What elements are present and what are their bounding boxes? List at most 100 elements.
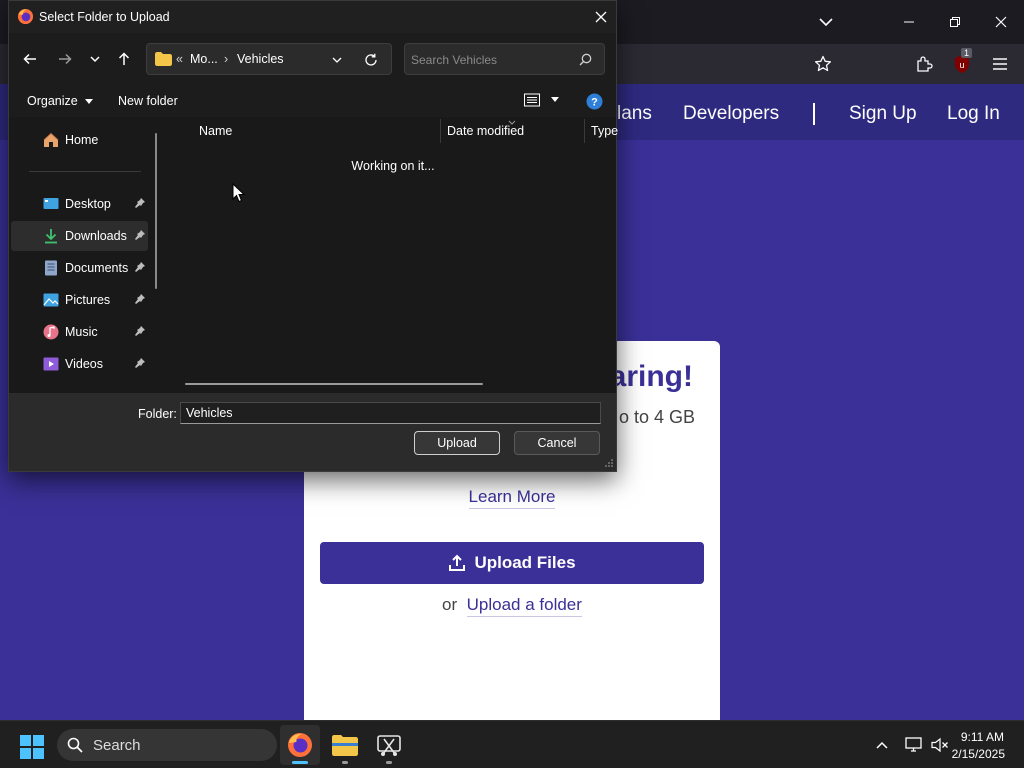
taskbar-app-snipping-tool[interactable]: [369, 725, 409, 765]
learn-more-link[interactable]: Learn More: [468, 487, 556, 509]
nav-item-pictures[interactable]: Pictures: [11, 285, 148, 315]
file-list-horizontal-scrollbar[interactable]: [185, 383, 483, 385]
column-header-name[interactable]: Name: [199, 124, 232, 138]
column-separator[interactable]: [584, 119, 585, 143]
cancel-button[interactable]: Cancel: [514, 431, 600, 455]
snipping-tool-icon: [377, 735, 401, 756]
volume-muted-icon: [931, 737, 948, 753]
running-app-indicator: [386, 761, 392, 764]
select-folder-dialog: Select Folder to Upload « Mo... › Vehicl…: [8, 0, 618, 472]
volume-button[interactable]: [928, 735, 952, 755]
column-separator[interactable]: [440, 119, 441, 143]
column-header-date-modified[interactable]: Date modified: [447, 124, 524, 138]
nav-item-desktop[interactable]: Desktop: [11, 189, 148, 219]
star-icon: [814, 55, 832, 72]
or-text: or: [442, 595, 458, 614]
videos-icon: [43, 357, 59, 371]
app-menu-button[interactable]: [987, 52, 1013, 76]
folder-label: Folder:: [138, 407, 177, 421]
back-button[interactable]: [18, 47, 42, 71]
upload-files-button[interactable]: Upload Files: [320, 542, 704, 584]
restore-icon: [950, 17, 960, 27]
dialog-command-bar: Organize New folder ?: [9, 85, 616, 117]
firefox-icon: [17, 8, 34, 25]
nav-item-music[interactable]: Music: [11, 317, 148, 347]
nav-item-downloads[interactable]: Downloads: [11, 221, 148, 251]
hamburger-menu-icon: [993, 58, 1007, 70]
chevron-up-icon: [876, 741, 888, 749]
up-folder-button[interactable]: [112, 47, 136, 71]
nav-link-plans[interactable]: lans: [617, 103, 652, 125]
taskbar-app-file-explorer[interactable]: [325, 725, 365, 765]
running-app-indicator: [342, 761, 348, 764]
card-subtext: o to 4 GB: [618, 407, 695, 427]
caret-down-icon: [85, 98, 94, 104]
list-all-tabs-button[interactable]: [812, 10, 840, 34]
upload-folder-row: or Upload a folder: [304, 595, 720, 617]
nav-item-home[interactable]: Home: [11, 125, 148, 155]
new-folder-button[interactable]: New folder: [118, 94, 178, 108]
chevron-down-icon: [332, 57, 342, 63]
nav-link-sign-up[interactable]: Sign Up: [849, 103, 917, 125]
breadcrumb-parent[interactable]: Mo...: [190, 52, 218, 66]
system-tray: 9:11 AM 2/15/2025: [854, 721, 1024, 768]
clock[interactable]: 9:11 AM 2/15/2025: [952, 721, 1024, 768]
close-icon: [595, 11, 607, 23]
breadcrumb-current[interactable]: Vehicles: [237, 52, 284, 66]
taskbar-app-firefox[interactable]: [280, 725, 320, 765]
firefox-icon: [288, 733, 312, 757]
dialog-navigation-bar: « Mo... › Vehicles: [9, 33, 616, 85]
file-list: Name Date modified Type Working on it...: [166, 117, 618, 393]
nav-item-label: Music: [65, 325, 98, 339]
network-status-button[interactable]: [902, 735, 926, 755]
nav-link-developers[interactable]: Developers: [683, 103, 779, 125]
taskbar-search-label: Search: [93, 737, 141, 754]
extensions-button[interactable]: [911, 52, 937, 76]
minimize-window-button[interactable]: [893, 8, 925, 36]
column-header-type[interactable]: Type: [591, 124, 618, 138]
recent-locations-button[interactable]: [83, 47, 107, 71]
forward-button[interactable]: [53, 47, 77, 71]
file-explorer-icon: [332, 735, 358, 756]
help-icon: ?: [586, 93, 603, 110]
refresh-button[interactable]: [361, 50, 381, 70]
navigation-pane-scrollbar[interactable]: [155, 133, 157, 289]
upload-folder-link[interactable]: Upload a folder: [466, 595, 582, 617]
close-window-button[interactable]: [985, 8, 1017, 36]
nav-item-videos[interactable]: Videos: [11, 349, 148, 379]
nav-item-documents[interactable]: Documents: [11, 253, 148, 283]
active-app-indicator: [292, 761, 308, 764]
dialog-close-button[interactable]: [587, 5, 615, 29]
show-hidden-icons-button[interactable]: [872, 735, 892, 755]
bookmark-star-button[interactable]: [810, 52, 836, 76]
minimize-icon: [904, 21, 914, 23]
pin-icon: [135, 358, 145, 368]
dialog-titlebar: Select Folder to Upload: [9, 1, 616, 33]
nav-link-log-in[interactable]: Log In: [947, 103, 1000, 125]
learn-more-link-wrapper: Learn More: [304, 487, 720, 509]
view-options-button[interactable]: [524, 92, 560, 107]
pin-icon: [135, 326, 145, 336]
resize-grip-icon[interactable]: [605, 459, 613, 467]
breadcrumb-overflow[interactable]: «: [176, 52, 183, 66]
ublock-extension-button[interactable]: u 1: [948, 48, 976, 78]
start-button[interactable]: [19, 734, 45, 760]
address-bar[interactable]: « Mo... › Vehicles: [146, 43, 392, 75]
search-input[interactable]: [411, 51, 571, 69]
nav-item-label: Downloads: [65, 229, 127, 243]
organize-menu[interactable]: Organize: [27, 94, 94, 108]
chevron-down-icon: [819, 18, 833, 27]
refresh-icon: [365, 53, 377, 66]
taskbar-search[interactable]: Search: [57, 729, 277, 761]
address-history-button[interactable]: [327, 50, 347, 70]
documents-icon: [45, 260, 57, 276]
restore-window-button[interactable]: [939, 8, 971, 36]
upload-files-label: Upload Files: [474, 553, 576, 572]
folder-name-field[interactable]: [180, 402, 601, 424]
folder-icon: [155, 52, 172, 66]
upload-button[interactable]: Upload: [414, 431, 500, 455]
help-button[interactable]: ?: [586, 93, 603, 113]
network-icon: [905, 737, 922, 752]
download-icon: [45, 229, 57, 244]
clock-date: 2/15/2025: [951, 747, 1005, 761]
